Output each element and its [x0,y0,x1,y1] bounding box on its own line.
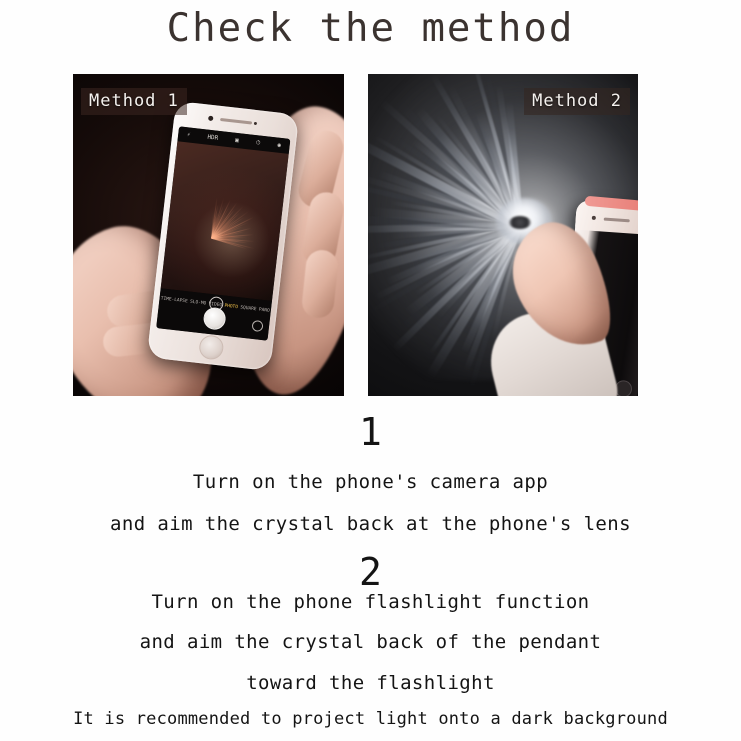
camera-mode-photo: PHOTO [224,303,239,311]
camera-mode-time-lapse: TIME-LAPSE [160,296,188,305]
method-2-label: Method 2 [524,88,630,115]
step-1-line-1: Turn on the phone's camera app [192,471,549,493]
flip-camera-icon [251,319,264,333]
earpiece-speaker [220,117,253,125]
phone-screen: ⚡ HDR ▣ ⏱ ◉ TIME-LAPSE SLO-MO VIDEO PHOTO SQ… [156,126,291,341]
camera-viewfinder [160,141,289,301]
rear-camera-icon [591,215,596,221]
step-2-line-1: Turn on the phone flashlight function [151,591,590,613]
antenna-strip [603,217,630,222]
live-photo-icon: ◉ [277,141,282,149]
step-2-number: 2 [359,550,382,594]
camera-mode-slo-mo: SLO-MO [189,299,207,307]
phone-back-top [574,195,638,235]
camera-mode-square: SQUARE [239,305,257,313]
method-1-label: Method 1 [81,88,187,115]
method-2-photo: Method 2 [368,74,638,396]
footnote: It is recommended to project light onto … [73,709,668,729]
hdr-icon: HDR [207,133,219,142]
proximity-sensor-icon [253,121,258,126]
front-camera-icon [207,115,214,122]
projection-core [509,216,531,229]
step-1-number: 1 [359,410,382,454]
flash-icon: ⚡ [186,130,191,139]
method-1-photo: ⚡ HDR ▣ ⏱ ◉ TIME-LAPSE SLO-MO VIDEO PHOTO SQ… [73,74,344,396]
home-button [198,334,225,361]
step-1-line-2: and aim the crystal back at the phone's … [110,513,631,535]
timer-icon: ⏱ [255,138,261,147]
step-2-line-3: toward the flashlight [246,672,495,694]
step-2-line-2: and aim the crystal back of the pendant [139,631,602,653]
shutter-button [202,306,227,331]
instruction-page: Check the method ⚡ HDR ▣ ⏱ ◉ TIME-LAPSE … [0,0,741,741]
camera-mode-pano: PANO [258,307,270,314]
filters-icon: ▣ [234,136,240,144]
page-title: Check the method [166,6,575,51]
